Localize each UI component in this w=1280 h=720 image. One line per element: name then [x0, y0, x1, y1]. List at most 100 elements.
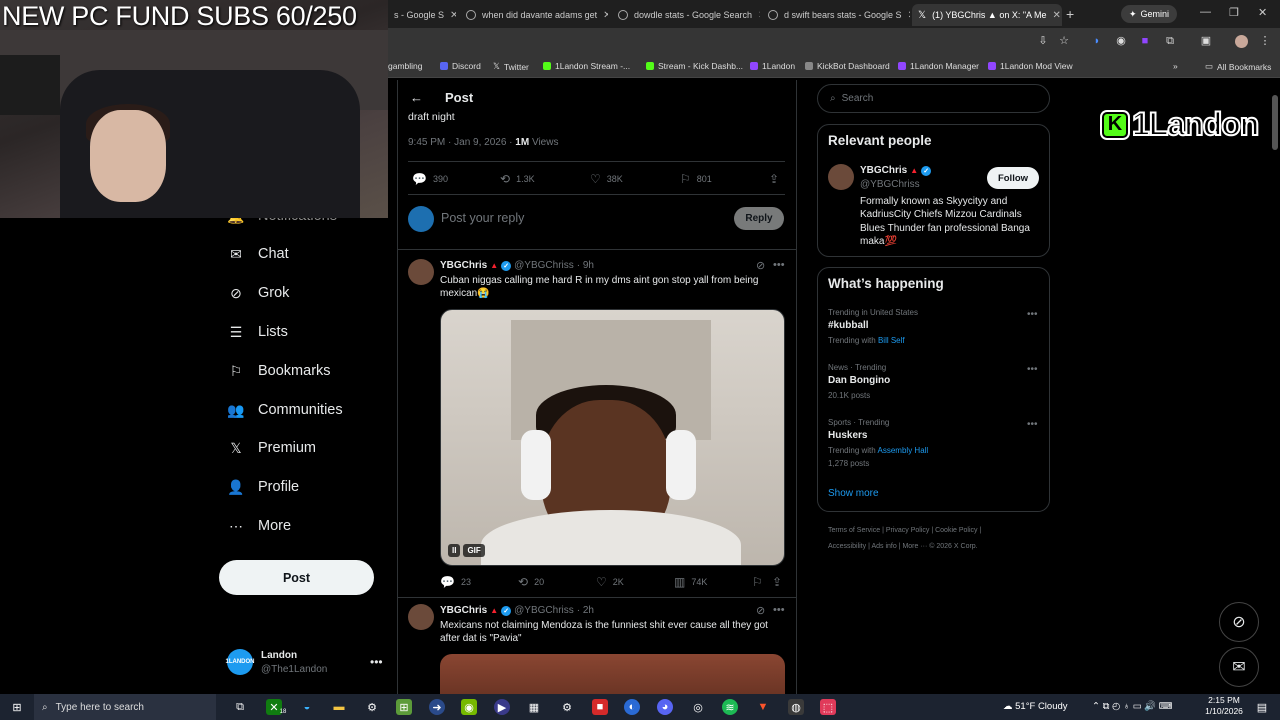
close-icon[interactable]: ✕: [758, 10, 760, 21]
grok-icon[interactable]: ⊘: [756, 604, 765, 617]
more-icon[interactable]: •••: [773, 259, 785, 271]
star-icon[interactable]: ☆: [1058, 35, 1070, 47]
sidebar-item-profile[interactable]: 👤 Profile: [227, 479, 299, 496]
brave-icon[interactable]: ▼: [755, 699, 771, 715]
share-action[interactable]: ⇪: [772, 575, 782, 589]
avatar[interactable]: [408, 259, 434, 285]
bookmark-item[interactable]: 𝕏 Twitter: [493, 61, 529, 72]
close-window-icon[interactable]: ✕: [1258, 6, 1267, 19]
trend-link[interactable]: Assembly Hall: [878, 446, 929, 455]
discord-icon[interactable]: ◕: [657, 699, 673, 715]
post-button[interactable]: Post: [219, 560, 374, 595]
nvidia-icon[interactable]: ◉: [461, 699, 477, 715]
close-icon[interactable]: ✕: [908, 10, 910, 21]
repost-action[interactable]: ⟲ 1.3K: [500, 172, 535, 186]
footer-links[interactable]: Accessibility | Ads info | More ··· © 20…: [828, 539, 1048, 555]
browser-tab[interactable]: dowdle stats - Google Search ✕: [612, 4, 760, 26]
sidebar-item-more[interactable]: ⋯ More: [228, 518, 291, 535]
reply-input[interactable]: Post your reply: [441, 211, 524, 225]
reply-action[interactable]: 💬 390: [412, 172, 448, 186]
browser-tab[interactable]: d swift bears stats - Google S ✕: [762, 4, 910, 26]
edge-icon[interactable]: ◒: [299, 699, 315, 715]
profile-avatar[interactable]: [1235, 35, 1248, 48]
restore-icon[interactable]: ❐: [1229, 6, 1239, 19]
bookmark-item[interactable]: 1Landon Stream -...: [543, 61, 630, 71]
person-name[interactable]: YBGChris ▲ ✓: [860, 165, 932, 176]
folder-icon[interactable]: ▬: [331, 699, 347, 715]
menu-kebab-icon[interactable]: ⋮: [1259, 35, 1271, 47]
browser-tab[interactable]: when did davante adams get ✕: [460, 4, 608, 26]
more-icon[interactable]: •••: [1027, 309, 1038, 320]
search-input[interactable]: ⌕ Search: [817, 84, 1050, 113]
bookmark-action[interactable]: ⚐ 801: [680, 172, 712, 186]
bookmark-item[interactable]: Discord: [440, 61, 481, 71]
sidebar-item-bookmarks[interactable]: ⚐ Bookmarks: [228, 363, 331, 380]
share-action[interactable]: ⇪: [769, 172, 779, 186]
tweet-image[interactable]: [440, 654, 785, 696]
settings-gear-icon[interactable]: ⚙: [364, 699, 380, 715]
browser-tab[interactable]: s - Google S ✕: [388, 4, 456, 26]
taskbar-search[interactable]: ⌕ Type here to search: [34, 694, 216, 720]
sidepanel-icon[interactable]: ▣: [1200, 35, 1212, 47]
weather-widget[interactable]: ☁ 51°F Cloudy: [1003, 701, 1068, 712]
obs-icon[interactable]: ◎: [690, 699, 706, 715]
like-action[interactable]: ♡ 2K: [596, 575, 624, 589]
show-more-link[interactable]: Show more: [828, 488, 879, 499]
bookmark-item[interactable]: 1Landon Mod View: [988, 61, 1073, 71]
footer-links[interactable]: Terms of Service | Privacy Policy | Cook…: [828, 523, 1048, 539]
back-arrow-icon[interactable]: ←: [410, 90, 423, 105]
trend-name[interactable]: #kubball: [828, 320, 869, 331]
more-icon[interactable]: •••: [1027, 419, 1038, 430]
trend-name[interactable]: Dan Bongino: [828, 375, 890, 386]
tweet-author[interactable]: YBGChris ▲ ✓ @YBGChriss · 2h: [440, 605, 594, 616]
more-icon[interactable]: •••: [1027, 364, 1038, 375]
sidebar-item-chat[interactable]: ✉ Chat: [228, 246, 289, 263]
app-icon[interactable]: ■: [592, 699, 608, 715]
tray-icons[interactable]: ⌃ ⧉ ◴ ♁ ▭ 🔊 ⌨: [1092, 701, 1173, 712]
messages-fab-icon[interactable]: ✉: [1219, 647, 1259, 687]
app-icon[interactable]: ⬚: [820, 699, 836, 715]
app-icon[interactable]: ⊞: [396, 699, 412, 715]
avatar[interactable]: [828, 164, 854, 190]
close-icon[interactable]: ✕: [450, 10, 456, 21]
browser-tab-active[interactable]: 𝕏 (1) YBGChris ▲ on X: "A Me ✕: [912, 4, 1062, 26]
bookmark-item[interactable]: KickBot Dashboard: [805, 61, 890, 71]
chrome-icon[interactable]: ◍: [788, 699, 804, 715]
twitch-icon[interactable]: ■: [1139, 35, 1151, 47]
reply-button[interactable]: Reply: [734, 207, 784, 230]
app-icon[interactable]: ➜: [429, 699, 445, 715]
more-icon[interactable]: •••: [370, 655, 383, 669]
sidebar-item-lists[interactable]: ☰ Lists: [228, 324, 288, 341]
more-icon[interactable]: •••: [773, 604, 785, 616]
puzzle-icon[interactable]: ⧉: [1164, 35, 1176, 47]
bookmark-item[interactable]: 1Landon: [750, 61, 795, 71]
sidebar-item-premium[interactable]: 𝕏 Premium: [228, 440, 316, 457]
trend-name[interactable]: Huskers: [828, 430, 867, 441]
notification-center-icon[interactable]: ▤: [1254, 699, 1270, 715]
extension-icon[interactable]: ◗: [1091, 35, 1103, 47]
tweet-gif[interactable]: [440, 309, 785, 566]
avatar[interactable]: 1LANDON: [226, 649, 255, 675]
minimize-icon[interactable]: —: [1200, 6, 1211, 18]
spotify-icon[interactable]: ≋: [722, 699, 738, 715]
windows-start-icon[interactable]: ⊞: [9, 699, 25, 715]
gif-controls[interactable]: II GIF: [448, 544, 485, 557]
media-icon[interactable]: ▶: [494, 699, 510, 715]
repost-action[interactable]: ⟲ 20: [518, 575, 544, 589]
sidebar-item-grok[interactable]: ⊘ Grok: [228, 285, 289, 302]
bookmark-action[interactable]: ⚐: [752, 575, 763, 589]
calculator-icon[interactable]: ▦: [526, 699, 542, 715]
new-tab-button[interactable]: +: [1066, 6, 1074, 22]
scrollbar[interactable]: [1272, 95, 1278, 150]
bookmark-item[interactable]: gambling: [388, 61, 423, 71]
install-icon[interactable]: ⇩: [1037, 35, 1049, 47]
grok-icon[interactable]: ⊘: [756, 259, 765, 272]
taskbar-clock[interactable]: 2:15 PM 1/10/2026: [1200, 695, 1248, 717]
account-name[interactable]: Landon: [261, 650, 297, 661]
sidebar-item-communities[interactable]: 👥 Communities: [227, 402, 342, 419]
bookmarks-overflow-button[interactable]: »: [1173, 61, 1178, 71]
bookmark-item[interactable]: Stream - Kick Dashb...: [646, 61, 743, 71]
views-action[interactable]: ▥ 74K: [674, 575, 707, 589]
task-view-icon[interactable]: ⧉: [232, 699, 248, 715]
close-icon[interactable]: ✕: [603, 10, 608, 21]
